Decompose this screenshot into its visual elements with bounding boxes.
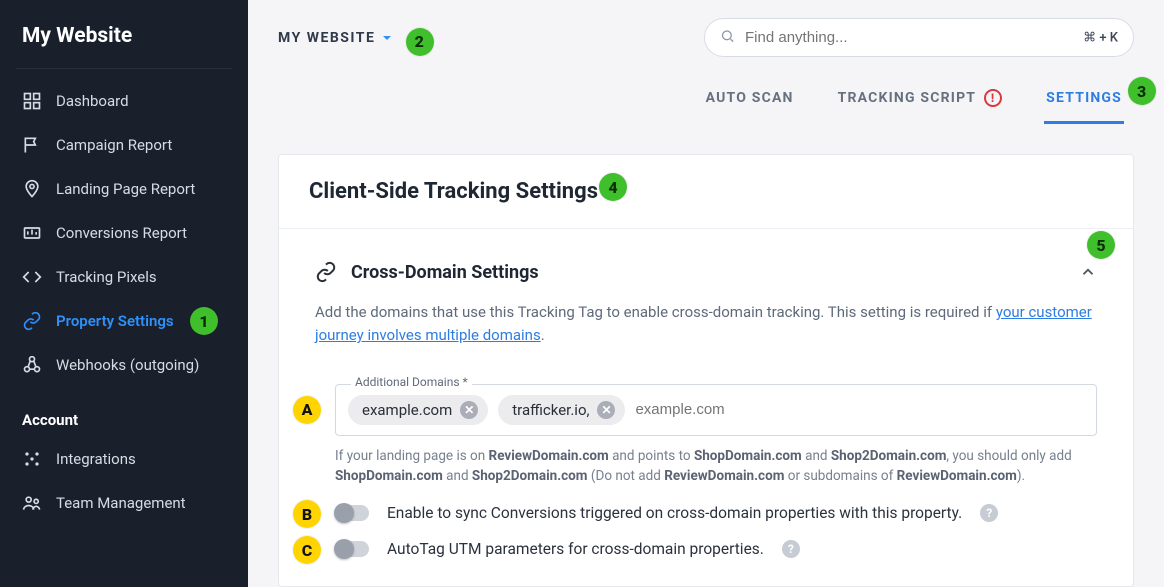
toggle-sync-conversions-row: B Enable to sync Conversions triggered o… — [335, 504, 1097, 522]
sidebar-item-integrations[interactable]: Integrations — [0, 437, 248, 481]
sidebar-item-label: Conversions Report — [56, 224, 187, 242]
domain-chip: example.com ✕ — [348, 395, 488, 425]
bar-icon — [22, 223, 42, 243]
toggle-sync-conversions[interactable] — [335, 505, 369, 521]
main-area: MY WEBSITE 2 ⌘ + K AUTO SCAN TRACKING SC… — [248, 0, 1164, 587]
tabs: AUTO SCAN TRACKING SCRIPT ! SETTINGS 3 — [278, 83, 1134, 124]
annotation-5: 5 — [1087, 231, 1115, 259]
site-switcher-label: MY WEBSITE — [278, 30, 375, 46]
helper-text: If your landing page is on ReviewDomain.… — [335, 446, 1097, 487]
panel-title: Client-Side Tracking Settings — [309, 179, 1103, 204]
toggle-label: AutoTag UTM parameters for cross-domain … — [387, 540, 764, 558]
search-icon — [720, 28, 735, 47]
field-label: Additional Domains * — [351, 375, 472, 389]
chip-text: example.com — [362, 401, 452, 419]
link-icon — [22, 311, 42, 331]
domain-chips-input[interactable]: example.com ✕ trafficker.io, ✕ — [335, 384, 1097, 436]
desc-suffix: . — [541, 326, 545, 344]
site-switcher[interactable]: MY WEBSITE 2 — [278, 30, 393, 46]
sidebar-item-label: Tracking Pixels — [56, 268, 157, 286]
section-header: Cross-Domain Settings — [315, 249, 1097, 289]
tab-label: AUTO SCAN — [706, 90, 794, 106]
sidebar-section-account: Account — [0, 387, 248, 437]
tab-label: SETTINGS — [1046, 90, 1122, 106]
settings-panel: Client-Side Tracking Settings 4 5 Cross-… — [278, 154, 1134, 587]
sidebar-item-label: Team Management — [56, 494, 186, 512]
toggle-label: Enable to sync Conversions triggered on … — [387, 504, 962, 522]
tab-tracking-script[interactable]: TRACKING SCRIPT ! — [836, 83, 1005, 124]
domain-input[interactable] — [635, 401, 1084, 418]
pin-icon — [22, 179, 42, 199]
annotation-1: 1 — [190, 307, 218, 335]
sidebar-item-label: Webhooks (outgoing) — [56, 356, 199, 374]
chip-text: trafficker.io, — [512, 401, 589, 419]
warning-icon: ! — [984, 89, 1002, 107]
sidebar-item-property-settings[interactable]: Property Settings 1 — [0, 299, 248, 343]
annotation-3: 3 — [1128, 77, 1156, 105]
people-icon — [22, 493, 42, 513]
sidebar-item-campaign-report[interactable]: Campaign Report — [0, 123, 248, 167]
sidebar-item-dashboard[interactable]: Dashboard — [0, 79, 248, 123]
tab-auto-scan[interactable]: AUTO SCAN — [704, 83, 796, 124]
search-input[interactable] — [704, 18, 1134, 57]
toggle-autotag-utm-row: C AutoTag UTM parameters for cross-domai… — [335, 540, 1097, 558]
chip-remove-icon[interactable]: ✕ — [460, 401, 478, 419]
section-title: Cross-Domain Settings — [351, 262, 539, 283]
annotation-2: 2 — [406, 28, 434, 56]
annotation-a: A — [293, 396, 321, 424]
help-icon[interactable]: ? — [980, 504, 998, 522]
sidebar-item-webhooks[interactable]: Webhooks (outgoing) — [0, 343, 248, 387]
toggle-autotag-utm[interactable] — [335, 541, 369, 557]
code-icon — [22, 267, 42, 287]
sidebar-item-label: Property Settings — [56, 312, 174, 330]
search-wrap: ⌘ + K — [704, 18, 1134, 57]
topbar: MY WEBSITE 2 ⌘ + K AUTO SCAN TRACKING SC… — [248, 0, 1164, 124]
integrations-icon — [22, 449, 42, 469]
keyboard-hint: ⌘ + K — [1083, 30, 1118, 45]
panel-header: Client-Side Tracking Settings 4 — [279, 155, 1133, 229]
tab-settings[interactable]: SETTINGS 3 — [1044, 83, 1124, 124]
desc-text: Add the domains that use this Tracking T… — [315, 303, 996, 321]
link-icon — [315, 261, 337, 283]
sidebar-item-label: Campaign Report — [56, 136, 172, 154]
tab-label: TRACKING SCRIPT — [838, 90, 977, 106]
chevron-up-icon — [1079, 263, 1097, 281]
dashboard-icon — [22, 91, 42, 111]
chip-remove-icon[interactable]: ✕ — [597, 401, 615, 419]
sidebar-item-tracking-pixels[interactable]: Tracking Pixels — [0, 255, 248, 299]
sidebar-item-landing-page-report[interactable]: Landing Page Report — [0, 167, 248, 211]
additional-domains-field: A Additional Domains * example.com ✕ tra… — [335, 384, 1097, 436]
brand-title: My Website — [0, 18, 248, 64]
help-icon[interactable]: ? — [782, 540, 800, 558]
cross-domain-section: 5 Cross-Domain Settings Add the domains … — [279, 229, 1133, 558]
sidebar-item-conversions-report[interactable]: Conversions Report — [0, 211, 248, 255]
sidebar-item-label: Landing Page Report — [56, 180, 195, 198]
collapse-toggle[interactable] — [1079, 263, 1097, 285]
webhook-icon — [22, 355, 42, 375]
sidebar-item-label: Dashboard — [56, 92, 129, 110]
annotation-4: 4 — [599, 173, 627, 201]
section-description: Add the domains that use this Tracking T… — [315, 301, 1097, 348]
annotation-c: C — [293, 536, 321, 564]
flag-icon — [22, 135, 42, 155]
divider — [16, 68, 232, 69]
sidebar-item-label: Integrations — [56, 450, 136, 468]
annotation-b: B — [293, 500, 321, 528]
domain-chip: trafficker.io, ✕ — [498, 395, 625, 425]
sidebar-item-team-management[interactable]: Team Management — [0, 481, 248, 525]
sidebar: My Website Dashboard Campaign Report Lan… — [0, 0, 248, 587]
caret-down-icon — [381, 32, 393, 44]
